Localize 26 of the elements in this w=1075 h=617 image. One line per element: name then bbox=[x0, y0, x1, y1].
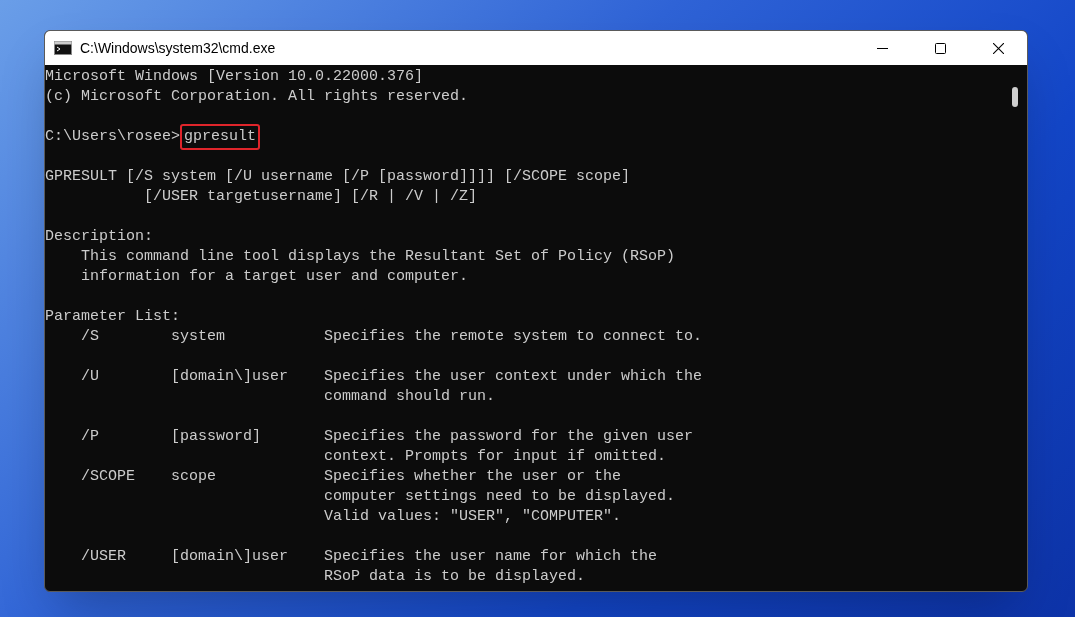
close-icon bbox=[992, 42, 1004, 54]
console-app-icon bbox=[54, 41, 72, 55]
console-line: [/USER targetusername] [/R | /V | /Z] bbox=[143, 187, 478, 207]
console-line: This command line tool displays the Resultant Set of Policy (RSoP) bbox=[80, 247, 676, 267]
window-title: C:\Windows\system32\cmd.exe bbox=[80, 38, 276, 58]
console-line: information for a target user and computer. bbox=[80, 267, 469, 287]
command-prompt: C:\Users\rosee> bbox=[45, 127, 181, 147]
console-line: command should run. bbox=[323, 387, 496, 407]
console-line: computer settings need to be displayed. bbox=[323, 487, 676, 507]
minimize-icon bbox=[876, 47, 888, 49]
console-line: GPRESULT [/S system [/U username [/P [password]]]] [/SCOPE scope] bbox=[45, 167, 631, 187]
console-line: Parameter List: bbox=[45, 307, 181, 327]
console-line: /U [domain\]user Specifies the user context under which the bbox=[80, 367, 703, 387]
typed-command: gpresult bbox=[180, 124, 261, 150]
console-line: /SCOPE scope Specifies whether the user or the bbox=[80, 467, 622, 487]
scrollbar-thumb[interactable] bbox=[1012, 87, 1018, 107]
maximize-icon bbox=[934, 42, 946, 54]
console-line: Description: bbox=[45, 227, 154, 247]
console-line: Microsoft Windows [Version 10.0.22000.376] bbox=[45, 67, 424, 87]
console-line: RSoP data is to be displayed. bbox=[323, 567, 586, 587]
console-line: Valid values: "USER", "COMPUTER". bbox=[323, 507, 622, 527]
console-line: /P [password] Specifies the password for the given user bbox=[80, 427, 694, 447]
console-line: /S system Specifies the remote system to connect to. bbox=[80, 327, 703, 347]
console-line: /USER [domain\]user Specifies the user name for which the bbox=[80, 547, 658, 567]
console-line: context. Prompts for input if omitted. bbox=[323, 447, 667, 467]
console-line: (c) Microsoft Corporation. All rights reserved. bbox=[45, 87, 469, 107]
